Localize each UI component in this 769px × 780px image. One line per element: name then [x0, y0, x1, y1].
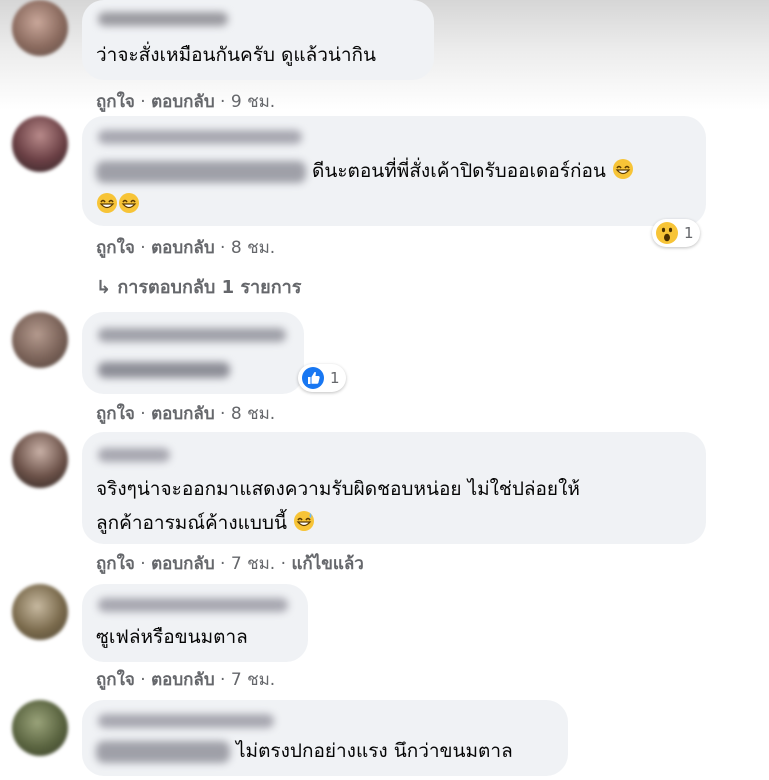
reply-arrow-icon: ↳ [96, 277, 112, 298]
comment-text: จริงๆน่าจะออกมาแสดงความรับผิดชอบหน่อย ไม… [96, 478, 580, 500]
comment-actions: ถูกใจ · ตอบกลับ · 7 ชม. · แก้ไขแล้ว [96, 550, 364, 577]
reaction-count-number: 1 [684, 224, 694, 242]
avatar[interactable] [12, 700, 68, 756]
reaction-count[interactable]: 1 [652, 219, 700, 247]
separator-dot: · [220, 554, 226, 574]
reaction-count[interactable]: 1 [298, 364, 346, 392]
grinning-emoji-icon [119, 193, 139, 213]
blurred-mention[interactable] [98, 362, 230, 378]
like-link[interactable]: ถูกใจ [96, 554, 135, 574]
reply-link[interactable]: ตอบกลับ [151, 670, 215, 690]
avatar[interactable] [12, 116, 68, 172]
like-icon [302, 367, 324, 389]
separator-dot: · [220, 238, 226, 258]
blurred-author-name[interactable] [98, 714, 274, 728]
like-link[interactable]: ถูกใจ [96, 670, 135, 690]
blurred-author-name[interactable] [98, 130, 302, 144]
blurred-author-name[interactable] [98, 12, 228, 26]
timestamp[interactable]: 7 ชม. [231, 554, 275, 574]
comment-text-line: ดีนะตอนที่พี่สั่งเค้าปิดรับออเดอร์ก่อน [96, 154, 634, 188]
grinning-emoji-icon [97, 193, 117, 213]
like-link[interactable]: ถูกใจ [96, 404, 135, 424]
reply-link[interactable]: ตอบกลับ [151, 92, 215, 112]
view-replies-link[interactable]: ↳ การตอบกลับ 1 รายการ [96, 272, 301, 301]
comment-emoji-line [96, 188, 140, 222]
avatar[interactable] [12, 584, 68, 640]
comment-text: ว่าจะสั่งเหมือนกันครับ ดูแล้วน่ากิน [96, 44, 377, 66]
separator-dot: · [140, 554, 146, 574]
reaction-count-number: 1 [330, 369, 340, 387]
comment-actions: ถูกใจ · ตอบกลับ · 9 ชม. [96, 88, 275, 115]
separator-dot: · [220, 92, 226, 112]
comment-actions: ถูกใจ · ตอบกลับ · 8 ชม. [96, 400, 275, 427]
like-link[interactable]: ถูกใจ [96, 238, 135, 258]
comment-text: ไม่ตรงปกอย่างแรง นึกว่าขนมตาล [236, 740, 513, 762]
wow-icon [656, 222, 678, 244]
separator-dot: · [140, 92, 146, 112]
edited-label[interactable]: แก้ไขแล้ว [291, 554, 363, 574]
separator-dot: · [220, 404, 226, 424]
comment-bubble: ไม่ตรงปกอย่างแรง นึกว่าขนมตาล [82, 700, 568, 776]
comment-text: ซูเฟล่หรือขนมตาล [96, 626, 248, 648]
comment-bubble: ว่าจะสั่งเหมือนกันครับ ดูแล้วน่ากิน [82, 0, 434, 80]
blurred-mention[interactable] [96, 740, 230, 763]
comment-text: ดีนะตอนที่พี่สั่งเค้าปิดรับออเดอร์ก่อน [312, 160, 606, 182]
comment-actions: ถูกใจ · ตอบกลับ · 7 ชม. [96, 666, 275, 693]
blurred-author-name[interactable] [98, 448, 170, 462]
replies-label: การตอบกลับ 1 รายการ [117, 277, 302, 298]
comment-text: ลูกค้าอารมณ์ค้างแบบนี้ [96, 512, 287, 534]
reply-link[interactable]: ตอบกลับ [151, 404, 215, 424]
separator-dot: · [140, 238, 146, 258]
separator-dot: · [280, 554, 287, 574]
timestamp[interactable]: 7 ชม. [231, 670, 275, 690]
comment-actions: ถูกใจ · ตอบกลับ · 8 ชม. [96, 234, 275, 261]
avatar[interactable] [12, 432, 68, 488]
comment-bubble: ดีนะตอนที่พี่สั่งเค้าปิดรับออเดอร์ก่อน [82, 116, 706, 226]
avatar[interactable] [12, 0, 68, 56]
timestamp[interactable]: 8 ชม. [231, 238, 275, 258]
comment-bubble: จริงๆน่าจะออกมาแสดงความรับผิดชอบหน่อย ไม… [82, 432, 706, 544]
timestamp[interactable]: 9 ชม. [231, 92, 275, 112]
blurred-author-name[interactable] [98, 598, 288, 612]
timestamp[interactable]: 8 ชม. [231, 404, 275, 424]
blurred-author-name[interactable] [98, 328, 286, 342]
separator-dot: · [220, 670, 226, 690]
grinning-emoji-icon [612, 159, 633, 179]
separator-dot: · [140, 670, 146, 690]
grin-sweat-emoji-icon [294, 511, 315, 531]
avatar[interactable] [12, 312, 68, 368]
like-link[interactable]: ถูกใจ [96, 92, 135, 112]
comment-bubble [82, 312, 304, 394]
comment-text-line: ลูกค้าอารมณ์ค้างแบบนี้ [96, 506, 315, 540]
reply-link[interactable]: ตอบกลับ [151, 554, 215, 574]
reply-link[interactable]: ตอบกลับ [151, 238, 215, 258]
comment-bubble: ซูเฟล่หรือขนมตาล [82, 584, 308, 662]
comment-text-line: ไม่ตรงปกอย่างแรง นึกว่าขนมตาล [96, 734, 513, 768]
blurred-mention[interactable] [96, 160, 306, 183]
separator-dot: · [140, 404, 146, 424]
